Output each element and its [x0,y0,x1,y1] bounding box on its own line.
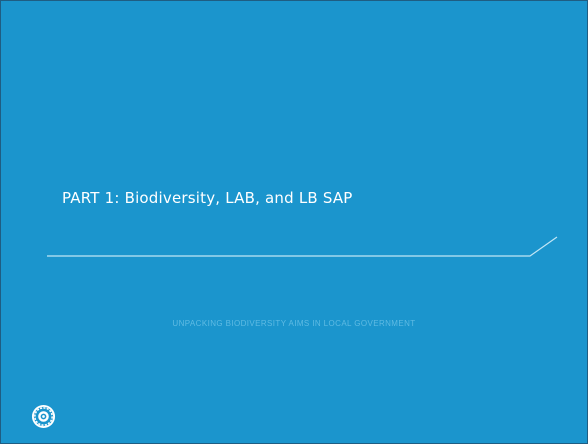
slide: PART 1: Biodiversity, LAB, and LB SAP UN… [0,0,588,444]
footer-logo [31,404,64,429]
title-divider-line [47,236,558,257]
slide-title: PART 1: Biodiversity, LAB, and LB SAP [62,189,353,207]
seal-logo-icon [31,404,56,429]
slide-subtitle: UNPACKING BIODIVERSITY AIMS IN LOCAL GOV… [172,319,416,328]
